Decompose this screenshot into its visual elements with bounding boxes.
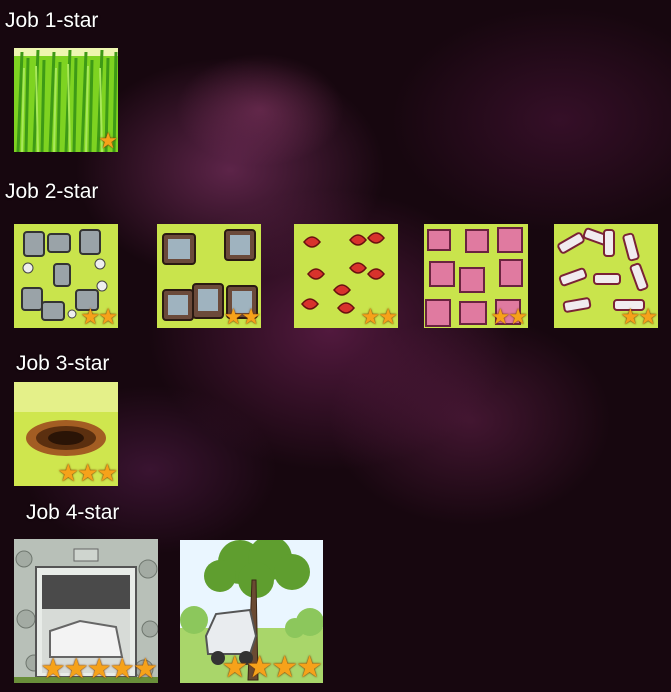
star-icon: ★ (109, 653, 135, 683)
star-icon: ★ (378, 304, 398, 328)
star-icon: ★ (63, 653, 89, 683)
star-rating: ★★ (360, 304, 398, 328)
star-rating: ★★ (620, 304, 658, 328)
star-icon: ★ (98, 304, 118, 328)
star-icon: ★ (221, 651, 248, 683)
star-icon: ★ (360, 304, 381, 328)
star-icon: ★ (296, 651, 323, 683)
star-icon: ★ (490, 304, 511, 328)
job-tile-tree-car[interactable]: ★★★★ (180, 540, 323, 683)
star-rating: ★★ (223, 304, 261, 328)
job-tile-bottles[interactable]: ★★ (554, 224, 658, 328)
job-tile-garage[interactable]: ★★★★★ (14, 539, 158, 683)
star-rating: ★★ (490, 304, 528, 328)
star-rating: ★ (98, 128, 118, 152)
star-icon: ★ (271, 651, 298, 683)
job-tile-dirt-hole[interactable]: ★★★ (14, 382, 118, 486)
star-icon: ★ (40, 653, 65, 683)
star-icon: ★ (638, 304, 658, 328)
section-title-2-star: Job 2-star (5, 180, 99, 203)
job-tile-broken-tvs[interactable]: ★★ (157, 224, 261, 328)
star-icon: ★ (132, 653, 158, 683)
star-icon: ★ (76, 460, 98, 486)
star-icon: ★ (241, 304, 261, 328)
star-rating: ★★★★ (221, 651, 323, 683)
star-icon: ★ (223, 304, 244, 328)
job-tile-trash-cans[interactable]: ★★ (14, 224, 118, 328)
star-rating: ★★★★★ (40, 653, 158, 683)
star-icon: ★ (80, 304, 101, 328)
star-icon: ★ (86, 653, 112, 683)
star-icon: ★ (57, 460, 78, 486)
star-icon: ★ (96, 460, 117, 486)
star-icon: ★ (246, 651, 273, 683)
star-icon: ★ (620, 304, 641, 328)
star-icon: ★ (508, 304, 528, 328)
job-tile-pink-boxes[interactable]: ★★ (424, 224, 528, 328)
job-tile-grass[interactable]: ★ (14, 48, 118, 152)
star-icon: ★ (98, 128, 118, 152)
section-title-3-star: Job 3-star (16, 352, 110, 375)
star-rating: ★★ (80, 304, 118, 328)
section-title-4-star: Job 4-star (26, 501, 120, 524)
job-tile-apple-cores[interactable]: ★★ (294, 224, 398, 328)
section-title-1-star: Job 1-star (5, 9, 99, 32)
star-rating: ★★★ (57, 460, 117, 486)
